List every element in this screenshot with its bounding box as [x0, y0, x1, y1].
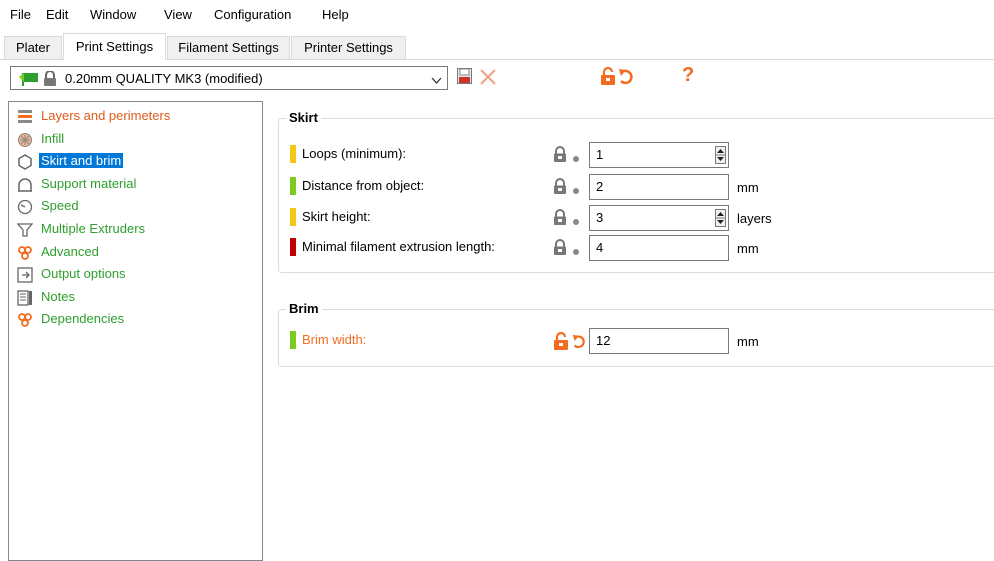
- option-input[interactable]: 12: [589, 328, 729, 354]
- save-icon[interactable]: [457, 68, 472, 87]
- option-label: Loops (minimum):: [302, 146, 407, 161]
- option-label: Distance from object:: [302, 178, 425, 193]
- question-icon[interactable]: ?: [682, 64, 694, 87]
- option-label: Brim width:: [302, 332, 367, 347]
- option-input[interactable]: 4: [589, 235, 729, 261]
- lock-icon[interactable]: [553, 178, 567, 197]
- menu-configuration[interactable]: Configuration: [214, 7, 291, 22]
- layers-icon: [17, 109, 33, 125]
- flag-icon: [19, 72, 39, 89]
- preset-name: 0.20mm QUALITY MK3 (modified): [65, 71, 263, 86]
- tree-item-label: Output options: [41, 266, 126, 282]
- unit-label: mm: [737, 180, 759, 195]
- output-icon: [17, 267, 33, 283]
- option-label: Skirt height:: [302, 209, 371, 224]
- tree-item-label: Speed: [41, 198, 79, 214]
- brim-title: Brim: [286, 301, 322, 316]
- dot-icon: [572, 183, 580, 198]
- lock-icon[interactable]: [553, 209, 567, 228]
- advanced-icon: [17, 245, 33, 261]
- speed-icon: [17, 199, 33, 215]
- menu-edit[interactable]: Edit: [46, 7, 68, 22]
- tree-item-label: Notes: [41, 288, 75, 304]
- skirt-icon: [17, 154, 33, 171]
- dot-icon: [572, 151, 580, 166]
- mode-indicator: [290, 177, 296, 195]
- dot-icon: [572, 214, 580, 229]
- preset-select[interactable]: 0.20mm QUALITY MK3 (modified): [10, 66, 448, 90]
- tree-item-label: Skirt and brim: [39, 153, 124, 169]
- option-label: Minimal filament extrusion length:: [302, 239, 495, 254]
- menu-view[interactable]: View: [164, 7, 192, 22]
- undo-arrow-icon[interactable]: [572, 332, 586, 353]
- menu-file[interactable]: File: [10, 7, 31, 22]
- unlock-icon[interactable]: [553, 331, 569, 353]
- skirt-title: Skirt: [286, 110, 321, 125]
- option-value: 3: [596, 210, 604, 225]
- unit-label: mm: [737, 334, 759, 349]
- option-input[interactable]: 2: [589, 174, 729, 200]
- tab-bar: Plater Print Settings Filament Settings …: [0, 30, 994, 60]
- option-value: 2: [596, 179, 604, 194]
- mode-indicator: [290, 331, 296, 349]
- tab-print-settings[interactable]: Print Settings: [63, 33, 166, 60]
- lock-icon[interactable]: [553, 239, 567, 258]
- menubar: File Edit Window View Configuration Help: [0, 0, 994, 30]
- unit-label: mm: [737, 241, 759, 256]
- page-tree: Layers and perimeters Infill Skirt and bri…: [8, 101, 263, 561]
- tree-item-label: Layers and perimeters: [41, 108, 171, 123]
- mode-indicator: [290, 238, 296, 256]
- tree-item-label: Dependencies: [41, 311, 125, 327]
- option-value: 1: [596, 147, 604, 162]
- tree-item-label: Support material: [41, 175, 137, 191]
- tree-item-label: Infill: [41, 130, 65, 146]
- notes-icon: [17, 290, 33, 306]
- tab-plater[interactable]: Plater: [4, 36, 62, 59]
- option-input[interactable]: 3: [589, 205, 729, 231]
- tree-item-label: Multiple Extruders: [41, 221, 146, 236]
- delete-icon[interactable]: [478, 67, 498, 90]
- option-input[interactable]: 1: [589, 142, 729, 168]
- extruders-icon: [16, 222, 34, 238]
- lock-icon: [43, 70, 57, 89]
- mode-indicator: [290, 208, 296, 226]
- support-icon: [17, 177, 33, 193]
- spin-control[interactable]: [715, 209, 726, 227]
- unlock-icon[interactable]: [600, 66, 616, 88]
- unit-label: layers: [737, 211, 772, 226]
- option-value: 4: [596, 240, 604, 255]
- tab-filament-settings[interactable]: Filament Settings: [167, 36, 290, 59]
- mode-indicator: [290, 145, 296, 163]
- lock-icon[interactable]: [553, 146, 567, 165]
- spin-control[interactable]: [715, 146, 726, 164]
- dependencies-icon: [17, 312, 33, 328]
- option-value: 12: [596, 333, 611, 348]
- menu-window[interactable]: Window: [90, 7, 136, 22]
- chevron-down-icon[interactable]: [431, 73, 442, 88]
- undo-arrow-icon[interactable]: [618, 67, 634, 88]
- tree-item-label: Advanced: [41, 243, 99, 259]
- menu-help[interactable]: Help: [322, 7, 349, 22]
- infill-icon: [17, 132, 33, 148]
- dot-icon: [572, 244, 580, 259]
- tab-printer-settings[interactable]: Printer Settings: [291, 36, 406, 59]
